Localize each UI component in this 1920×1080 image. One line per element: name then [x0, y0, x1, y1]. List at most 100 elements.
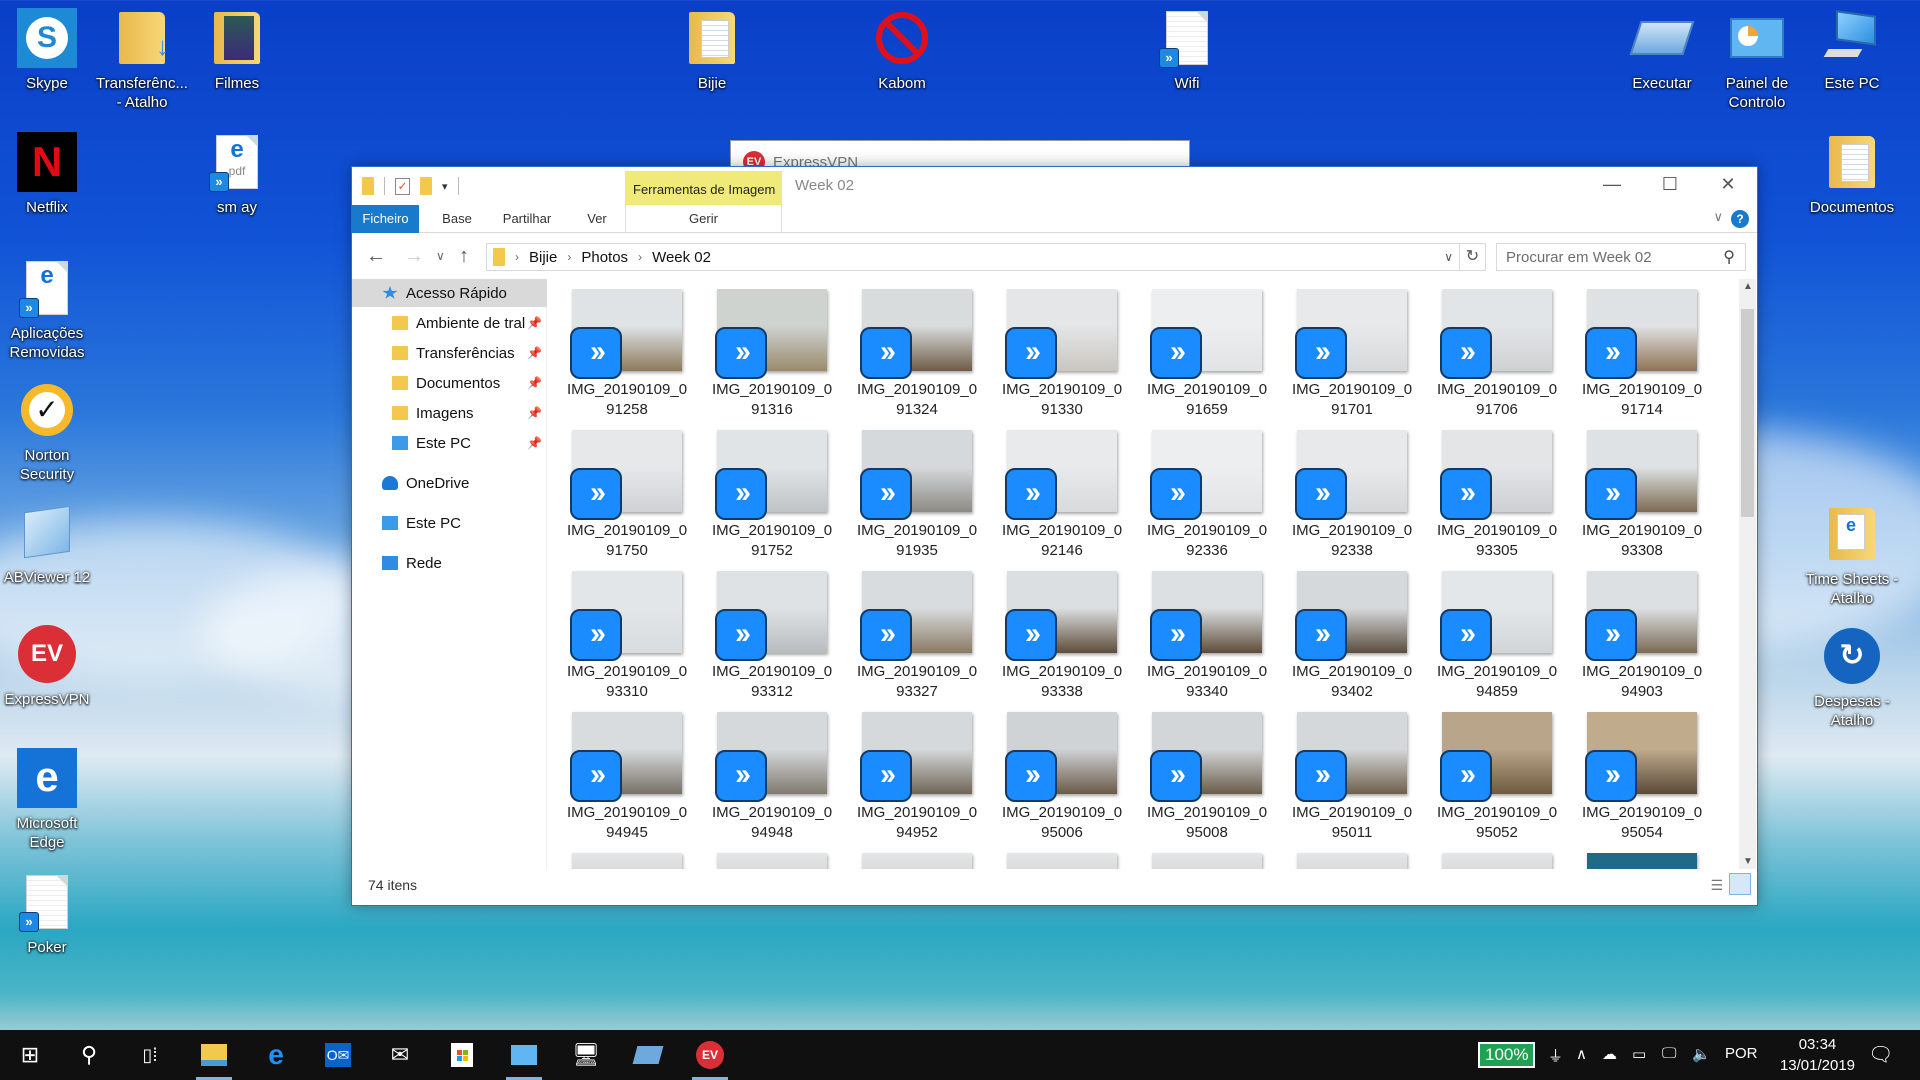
tab-home[interactable]: Base — [432, 205, 482, 233]
tab-file[interactable]: Ficheiro — [352, 205, 419, 233]
file-item[interactable]: ›› IMG_20190109_0 93402 — [1287, 571, 1417, 711]
file-item[interactable]: ›› IMG_20190109_0 94948 — [707, 712, 837, 852]
desktop-icon[interactable]: e Microsoft Edge — [0, 748, 94, 852]
taskbar-store[interactable] — [436, 1030, 488, 1080]
clock[interactable]: 03:34 13/01/2019 — [1770, 1034, 1865, 1076]
battery-percentage[interactable]: 100% — [1478, 1042, 1536, 1068]
nav-item[interactable]: Imagens 📌 — [352, 399, 547, 427]
file-item[interactable]: ›› IMG_20190109_0 93327 — [852, 571, 982, 711]
desktop-icon[interactable]: » Wifi — [1140, 8, 1234, 93]
file-item[interactable]: ›› IMG_20190109_0 95006 — [997, 712, 1127, 852]
volume-icon[interactable]: 🔈 — [1692, 1045, 1711, 1063]
file-item[interactable]: ›› IMG_20190109_0 95011 — [1287, 712, 1417, 852]
refresh-button[interactable]: ↻ — [1460, 243, 1486, 271]
file-item[interactable]: ›› IMG_20190109_0 94859 — [1432, 571, 1562, 711]
file-item[interactable]: ›› IMG_20190109_0 93308 — [1577, 430, 1707, 570]
details-view-button[interactable]: ☰ — [1710, 877, 1723, 894]
file-item[interactable]: ›› IMG_20190109_0 91659 — [1142, 289, 1272, 429]
nav-item[interactable]: Este PC 📌 — [352, 429, 547, 457]
taskbar-run[interactable] — [622, 1030, 674, 1080]
desktop-icon[interactable]: e pdf» sm ay — [190, 132, 284, 217]
pin-icon[interactable]: 📌 — [527, 316, 542, 330]
file-item[interactable]: ›› IMG_20190109_0 93338 — [997, 571, 1127, 711]
file-item[interactable]: ›› IMG_20190109_0 91701 — [1287, 289, 1417, 429]
new-folder-icon[interactable] — [420, 177, 432, 195]
action-center-icon[interactable]: 🗨 — [1868, 1042, 1893, 1067]
file-item[interactable]: ›› IMG_20190109_0 94952 — [852, 712, 982, 852]
desktop-icon[interactable]: ABViewer 12 — [0, 502, 94, 587]
file-item[interactable]: ›› IMG_20190109_0 93310 — [562, 571, 692, 711]
input-language[interactable]: POR — [1725, 1045, 1758, 1062]
maximize-button[interactable]: ☐ — [1641, 167, 1699, 201]
taskbar-edge[interactable]: e — [250, 1030, 302, 1080]
help-icon[interactable]: ? — [1731, 210, 1749, 228]
file-item[interactable]: ›› IMG_20190109_0 91750 — [562, 430, 692, 570]
desktop-icon[interactable]: EV ExpressVPN — [0, 624, 94, 709]
recent-locations-button[interactable]: ∨ — [436, 249, 445, 263]
desktop-icon[interactable]: Bijie — [665, 8, 759, 93]
desktop-icon[interactable]: Documentos — [1805, 132, 1899, 217]
desktop-icon[interactable]: Executar — [1615, 8, 1709, 93]
file-item[interactable]: ›› IMG_20190109_0 91258 — [562, 289, 692, 429]
customize-toolbar-icon[interactable]: ▾ — [442, 180, 448, 193]
title-bar[interactable]: ✓ ▾ Ferramentas de Imagem Week 02 — ☐ ✕ — [352, 167, 1757, 205]
nav-item[interactable]: Este PC — [352, 509, 547, 537]
battery-icon[interactable]: ▭ — [1632, 1045, 1646, 1063]
taskbar-mail[interactable]: ✉ — [374, 1030, 426, 1080]
pin-icon[interactable]: 📌 — [527, 346, 542, 360]
file-item[interactable]: ›› IMG_20190109_0 95054 — [1577, 712, 1707, 852]
desktop-icon[interactable]: Este PC — [1805, 8, 1899, 93]
task-view-button[interactable]: ▯⁞ — [124, 1030, 176, 1080]
pin-icon[interactable]: 📌 — [527, 436, 542, 450]
address-bar[interactable]: › Bijie › Photos › Week 02 ∨ — [486, 243, 1460, 271]
file-item[interactable]: ›› IMG_20190109_0 92336 — [1142, 430, 1272, 570]
taskbar-control-panel[interactable] — [498, 1030, 550, 1080]
taskbar-outlook[interactable]: O✉ — [312, 1030, 364, 1080]
desktop-icon[interactable]: ✓ Norton Security — [0, 380, 94, 484]
show-hidden-icons-button[interactable]: ∧ — [1576, 1045, 1587, 1063]
desktop-icon[interactable]: ↻ Despesas - Atalho — [1805, 626, 1899, 730]
nav-item[interactable]: Documentos 📌 — [352, 369, 547, 397]
desktop-icon[interactable]: e Time Sheets - Atalho — [1805, 504, 1899, 608]
scrollbar-thumb[interactable] — [1741, 309, 1754, 517]
taskbar-file-explorer[interactable] — [188, 1030, 240, 1080]
file-item[interactable]: ›› IMG_20190109_0 93340 — [1142, 571, 1272, 711]
desktop-icon[interactable]: e» Aplicações Removidas — [0, 258, 94, 362]
tab-share[interactable]: Partilhar — [492, 205, 562, 233]
taskbar-expressvpn[interactable]: EV — [684, 1030, 736, 1080]
pin-icon[interactable]: 📌 — [527, 406, 542, 420]
scroll-up-icon[interactable]: ▲ — [1743, 281, 1753, 292]
nav-item[interactable]: OneDrive — [352, 469, 547, 497]
nav-item[interactable]: Ambiente de tral 📌 — [352, 309, 547, 337]
nav-item[interactable]: Acesso Rápido — [352, 279, 547, 307]
file-item[interactable]: ›› IMG_20190109_0 91316 — [707, 289, 837, 429]
file-item[interactable]: ›› IMG_20190109_0 91706 — [1432, 289, 1562, 429]
search-input[interactable]: Procurar em Week 02 ⚲ — [1496, 243, 1746, 271]
start-button[interactable]: ⊞ — [4, 1030, 56, 1080]
file-item[interactable]: ›› IMG_20190109_0 93305 — [1432, 430, 1562, 570]
file-item[interactable]: ›› IMG_20190109_0 91752 — [707, 430, 837, 570]
properties-icon[interactable]: ✓ — [395, 177, 410, 195]
up-button[interactable]: ↑ — [459, 245, 469, 268]
large-icons-view-button[interactable] — [1729, 873, 1751, 895]
file-item[interactable]: ›› IMG_20190109_0 91324 — [852, 289, 982, 429]
expand-ribbon-icon[interactable]: ∨ — [1713, 209, 1723, 225]
desktop-icon[interactable]: S Skype — [0, 8, 94, 93]
nav-item[interactable]: Transferências 📌 — [352, 339, 547, 367]
file-item[interactable]: ›› IMG_20190109_0 95008 — [1142, 712, 1272, 852]
address-dropdown-icon[interactable]: ∨ — [1444, 250, 1453, 264]
scroll-down-icon[interactable]: ▼ — [1743, 856, 1753, 867]
file-item[interactable]: ›› IMG_20190109_0 91330 — [997, 289, 1127, 429]
forward-button[interactable]: → — [404, 245, 424, 268]
desktop-icon[interactable]: N Netflix — [0, 132, 94, 217]
power-plug-icon[interactable]: ⏚ — [1548, 1045, 1563, 1066]
breadcrumb-item[interactable]: Photos — [581, 249, 628, 266]
network-icon[interactable]: 🖵 — [1662, 1045, 1676, 1062]
file-item[interactable]: ›› IMG_20190109_0 94903 — [1577, 571, 1707, 711]
onedrive-icon[interactable]: ☁ — [1602, 1045, 1617, 1063]
file-item[interactable]: ›› IMG_20190109_0 93312 — [707, 571, 837, 711]
back-button[interactable]: ← — [366, 245, 386, 268]
minimize-button[interactable]: — — [1583, 167, 1641, 201]
file-item[interactable]: ›› IMG_20190109_0 91935 — [852, 430, 982, 570]
pin-icon[interactable]: 📌 — [527, 376, 542, 390]
